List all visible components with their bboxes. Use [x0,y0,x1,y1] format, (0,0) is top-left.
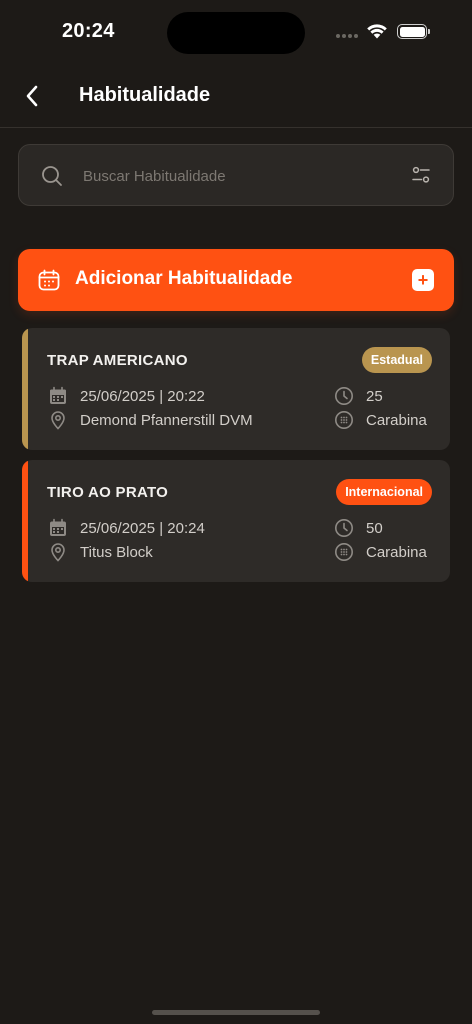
card-title: TIRO AO PRATO [47,484,169,501]
status-bar: 20:24 [0,0,472,64]
card-weapon-text: Carabina [366,543,427,561]
back-button[interactable] [18,82,46,110]
status-time: 20:24 [62,20,115,42]
status-badge: Internacional [336,479,432,505]
target-grid-icon [334,410,354,430]
card-title: TRAP AMERICANO [47,352,188,369]
card-location: Titus Block [48,542,153,562]
card-datetime-text: 25/06/2025 | 20:24 [80,519,205,537]
location-pin-icon [48,410,68,430]
search-icon [40,164,64,193]
add-button-label: Adicionar Habitualidade [75,268,293,289]
card-weapon: Carabina [334,542,427,562]
clock-icon [334,386,354,406]
clock-icon [334,518,354,538]
home-indicator[interactable] [152,1010,320,1015]
search-bar [18,144,454,206]
calendar-icon [37,268,61,297]
chevron-left-icon [26,85,38,107]
card-weapon: Carabina [334,410,427,430]
card-datetime: 25/06/2025 | 20:22 [48,386,205,406]
location-pin-icon [48,542,68,562]
card-location: Demond Pfannerstill DVM [48,410,253,430]
calendar-icon [48,518,68,538]
app-header: Habitualidade [0,64,472,128]
filter-icon[interactable] [411,165,431,190]
battery-icon [397,24,430,39]
habitualidade-card[interactable]: TIRO AO PRATO Internacional 25/06/2025 |… [22,460,450,582]
add-habitualidade-button[interactable]: Adicionar Habitualidade + [18,249,454,311]
card-count: 25 [334,386,383,406]
card-count: 50 [334,518,383,538]
habitualidade-card[interactable]: TRAP AMERICANO Estadual 25/06/2025 | 20:… [22,328,450,450]
page-title: Habitualidade [79,84,211,106]
wifi-icon [366,22,388,44]
plus-icon: + [412,269,434,291]
calendar-icon [48,386,68,406]
card-accent-bar [22,460,28,582]
search-input[interactable] [83,163,383,189]
cellular-signal-icon [336,34,358,38]
target-grid-icon [334,542,354,562]
card-count-text: 50 [366,519,383,537]
card-datetime: 25/06/2025 | 20:24 [48,518,205,538]
status-badge: Estadual [361,347,432,373]
dynamic-island [167,12,305,54]
card-datetime-text: 25/06/2025 | 20:22 [80,387,205,405]
card-location-text: Demond Pfannerstill DVM [80,411,253,429]
card-accent-bar [22,328,28,450]
card-count-text: 25 [366,387,383,405]
card-weapon-text: Carabina [366,411,427,429]
card-location-text: Titus Block [80,543,153,561]
